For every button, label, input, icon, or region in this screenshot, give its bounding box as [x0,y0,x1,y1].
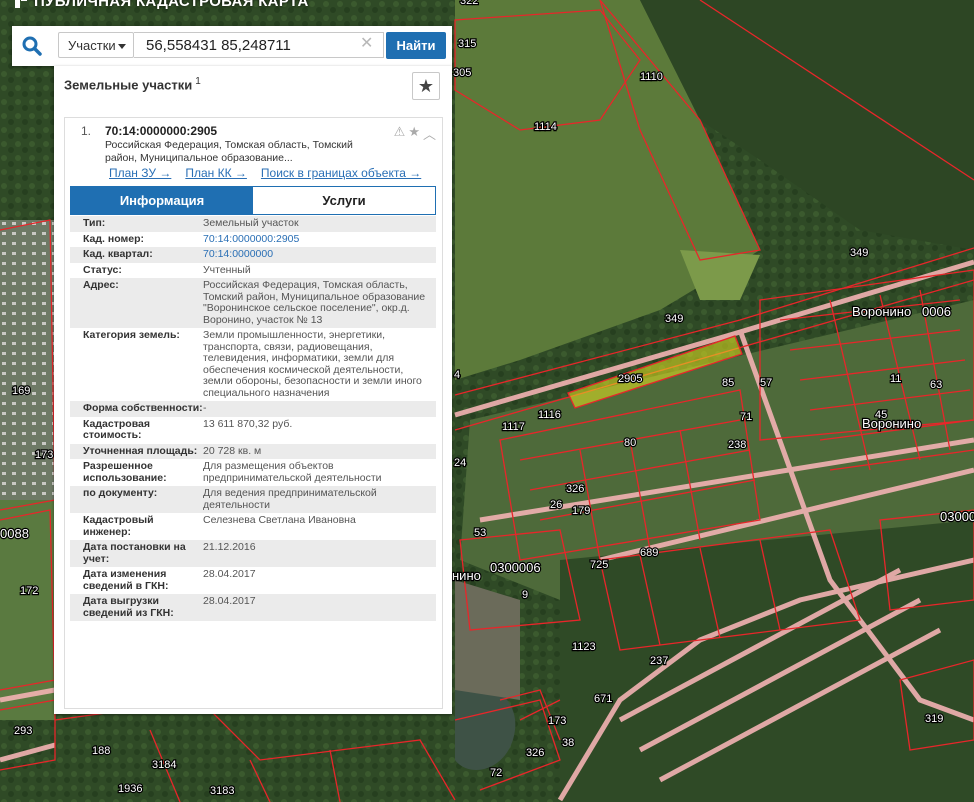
search-icon[interactable] [20,34,44,58]
map-label: 322 [460,0,478,7]
search-type-select[interactable]: Участки [58,32,134,58]
result-card: 1. 70:14:0000000:2905 Российская Федерац… [64,117,443,709]
results-count: 1 [195,76,201,87]
map-label: 169 [12,385,30,397]
map-label: 63 [930,379,942,391]
attribute-row: Дата изменения сведений в ГКН: 28.04.2017 [83,568,256,592]
attribute-row: Уточненная площадь: 20 728 кв. м [70,443,436,459]
map-label: 173 [548,715,566,727]
app-title: ПУБЛИЧНАЯ КАДАСТРОВАЯ КАРТА [14,0,309,10]
map-label: 326 [566,483,584,495]
warning-icon[interactable]: ⚠ [394,124,406,143]
panel-title: Земельные участки 1 [64,76,201,92]
attribute-row: Кадастровая стоимость: 13 611 870,32 руб. [83,417,293,441]
map-label: 172 [20,585,38,597]
map-label: 1110 [640,71,663,83]
map-label: 188 [92,745,110,757]
map-label: 4 [454,369,460,381]
result-links: План ЗУ → План КК → Поиск в границах объ… [109,166,421,180]
search-bar: Участки ✕ Найти [12,26,452,66]
map-label: 305 [453,67,471,79]
map-label: 1116 [538,409,561,421]
favorite-button[interactable]: ★ [412,72,440,100]
map-label: 349 [850,247,868,259]
chevron-down-icon [118,44,126,49]
plan-zu-link[interactable]: План ЗУ → [109,166,171,180]
map-label: Воронино [852,304,911,319]
map-label: 2905 [618,373,642,385]
tab-services[interactable]: Услуги [253,187,435,214]
map-label: 326 [526,747,544,759]
star-icon[interactable]: ★ [408,124,420,143]
map-label: 725 [590,559,608,571]
map-label: 689 [640,547,658,559]
map-label: 0006 [922,304,951,319]
map-label: 319 [925,713,943,725]
map-label: 0088 [0,526,29,541]
map-label: 315 [458,38,476,50]
map-label: 1114 [534,121,557,133]
attribute-row: Тип: Земельный участок [70,216,436,232]
result-index: 1. [81,124,92,138]
map-label: 11 [890,373,901,385]
map-label: 293 [14,725,32,737]
map-label: 237 [650,655,668,667]
map-label: 72 [490,767,502,779]
map-label: 0300006 [490,560,541,575]
attribute-row: Статус: Учтенный [83,263,251,276]
map-label: 179 [572,505,590,517]
map-label: 24 [454,457,466,469]
map-label: 57 [760,377,772,389]
map-label: 38 [562,737,574,749]
attribute-row: Форма собственности: - [70,401,436,417]
result-cad-number[interactable]: 70:14:0000000:2905 [105,124,217,138]
tab-info[interactable]: Информация [71,187,253,214]
attribute-row: Категория земель: Земли промышленности, э… [83,329,422,399]
map-label: 03000 [940,509,974,524]
map-label: 85 [722,377,734,389]
map-label: 238 [728,439,746,451]
map-label: 53 [474,527,486,539]
result-address: Российская Федерация, Томская область, Т… [105,139,353,164]
plan-kk-link[interactable]: План КК → [185,166,247,180]
panel-title-text: Земельные участки [64,77,193,93]
attribute-row: Кад. номер: 70:14:0000000:2905 [83,232,300,245]
chevron-up-icon[interactable]: ︿ [423,124,436,143]
map-label: 173 [35,449,53,461]
results-panel: Земельные участки 1 ★ 1. 70:14:0000000:29… [54,66,452,714]
search-input[interactable] [134,32,384,58]
clear-icon[interactable]: ✕ [360,36,373,52]
map-label: 1936 [118,783,142,795]
card-tools: ⚠ ★ ︿ [394,124,436,143]
attribute-row: Дата выгрузки сведений из ГКН: 28.04.2017 [70,594,436,621]
find-button[interactable]: Найти [386,32,446,59]
map-label: 349 [665,313,683,325]
app-logo-icon [15,0,27,8]
map-label: 26 [550,499,562,511]
attributes-table: Тип: Земельный участок Кад. номер: 70:14:0… [70,216,436,621]
attribute-row: Адрес: Российская Федерация, Томская обла… [70,278,436,328]
map-label: 9 [522,589,528,601]
attribute-row: Кадастровый инженер: Селезнева Светлана И… [83,514,356,538]
map-label: 45 [875,409,887,421]
map-label: 1117 [502,421,525,433]
map-label: 1123 [572,641,596,653]
star-icon: ★ [417,75,435,96]
result-tabs: Информация Услуги [70,186,436,215]
map-label: 71 [740,411,752,423]
attribute-row: Разрешенное использование: Для размещения… [83,460,382,484]
attribute-row: по документу: Для ведения предприниматель… [70,486,436,513]
map-label: 3183 [210,785,234,797]
map-label: нино [452,568,481,583]
attribute-row: Дата постановки на учет: 21.12.2016 [70,540,436,567]
map-label: 3184 [152,759,176,771]
attribute-row: Кад. квартал: 70:14:0000000 [70,247,436,263]
search-type-value: Участки [68,38,116,53]
search-in-bounds-link[interactable]: Поиск в границах объекта → [261,166,421,180]
app-title-text: ПУБЛИЧНАЯ КАДАСТРОВАЯ КАРТА [34,0,309,10]
map-label: 80 [624,437,636,449]
map-label: 671 [594,693,612,705]
map-label: Воронино [862,416,921,431]
